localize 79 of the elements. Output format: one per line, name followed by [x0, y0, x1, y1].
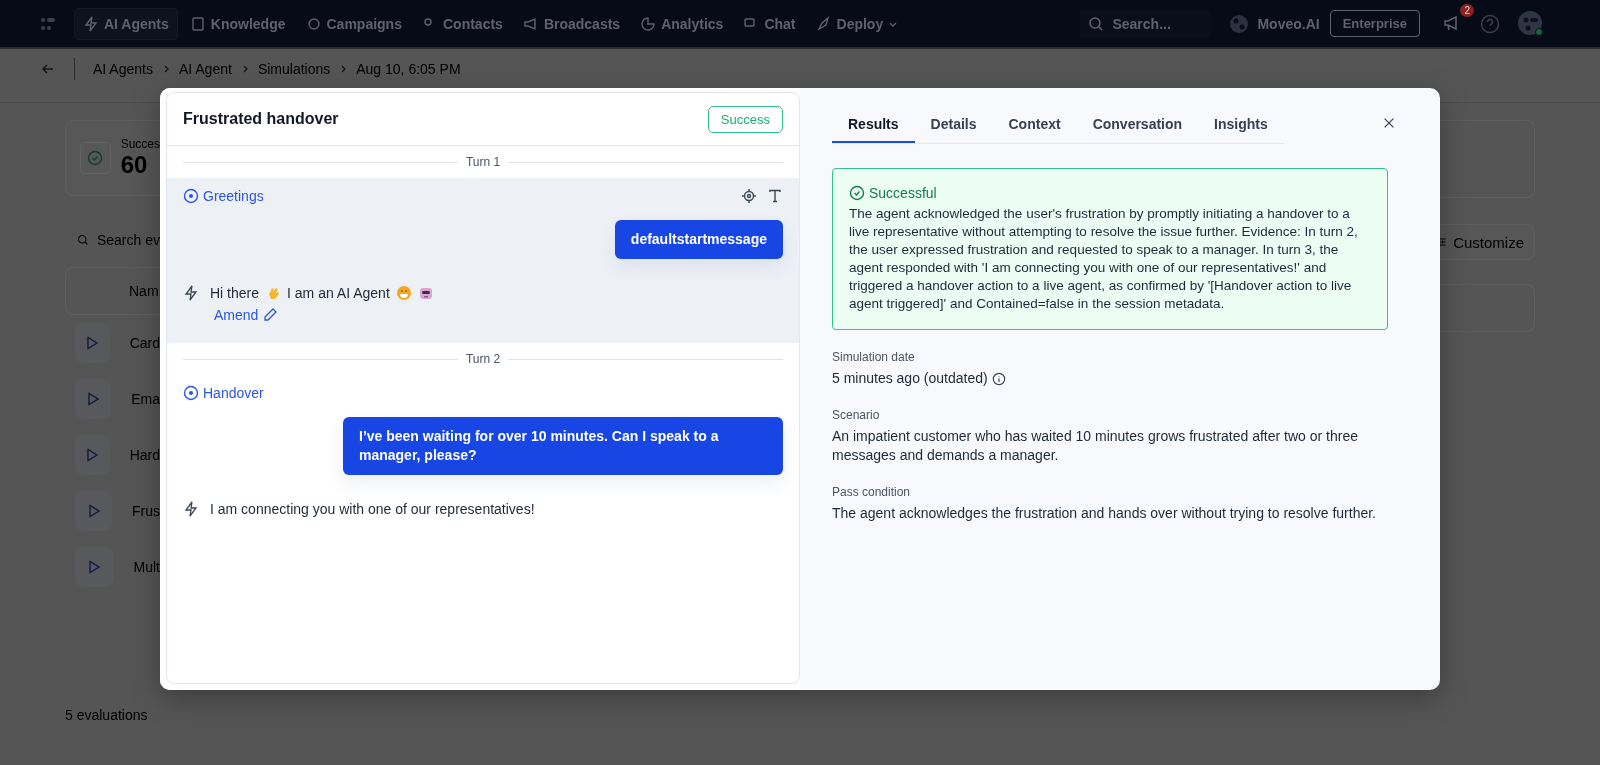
turn-label: Turn 1 [465, 155, 501, 169]
megaphone-icon [522, 15, 539, 32]
robot-emoji-icon [417, 285, 434, 301]
dialog-title: Frustrated handover [183, 110, 339, 128]
table-cell: Mult [133, 559, 160, 575]
bot-message: I am connecting you with one of our representatives! [210, 501, 535, 517]
evaluation-count: 5 evaluations [65, 707, 149, 723]
breadcrumb-link[interactable]: Aug 10, 6:05 PM [356, 60, 461, 77]
pie-chart-icon [640, 15, 657, 32]
table-cell: Ema [131, 391, 160, 407]
table-cell: Frus [132, 503, 160, 519]
workspace-name[interactable]: Moveo.AI [1257, 15, 1320, 32]
play-button[interactable] [75, 323, 110, 363]
breadcrumb-link[interactable]: Simulations [257, 60, 331, 77]
turn-label: Turn 2 [465, 352, 501, 366]
nav-tab[interactable]: Analytics [632, 8, 732, 39]
result-title: Successful [869, 185, 937, 201]
bot-message: I am an AI Agent [287, 285, 390, 301]
intent-link[interactable]: Handover [183, 385, 264, 401]
nav-tab[interactable]: Broadcasts [514, 8, 629, 39]
play-button[interactable] [75, 491, 112, 531]
notification-badge: 2 [1460, 3, 1474, 17]
field-label: Scenario [832, 408, 881, 422]
help-icon[interactable] [1480, 13, 1500, 34]
column-header: Nam [129, 283, 159, 299]
tab[interactable]: Conversation [1076, 106, 1199, 143]
nav-tab[interactable]: Campaigns [297, 8, 410, 39]
logo-icon[interactable] [40, 16, 56, 31]
field-value: An impatient customer who has waited 10 minutes grows frustrated after two or three messages and demands a manager. [832, 427, 1360, 465]
tab[interactable]: Results [832, 106, 915, 143]
dot-circle-icon [183, 188, 199, 204]
status-badge: Success [707, 105, 783, 133]
search-field[interactable]: Search ev [77, 229, 160, 251]
text-format-icon[interactable] [767, 188, 783, 204]
user-message: defaultstartmessage [614, 220, 783, 259]
avatar-icon[interactable] [1518, 10, 1544, 37]
grinning-emoji-icon [395, 285, 412, 301]
check-circle-icon [849, 185, 865, 201]
table-cell: Card [129, 335, 160, 351]
close-icon[interactable] [1382, 116, 1396, 130]
field-value: The agent acknowledges the frustration and hands over without trying to resolve further. [832, 504, 1376, 523]
breadcrumb-link[interactable]: AI Agent [178, 60, 232, 77]
tab[interactable]: Context [992, 106, 1077, 143]
stat-label: Succes [120, 137, 160, 151]
tab[interactable]: Insights [1198, 106, 1284, 143]
nav-tab[interactable]: Contacts [413, 8, 511, 39]
nav-tab[interactable]: Chat [735, 8, 804, 39]
field-label: Simulation date [832, 350, 916, 364]
result-text: The agent acknowledged the user's frustration by promptly initiating a handover to a live representative without attempting to resolve the issue further. Evidence: In turn 2, the user expressed frustration and requested to speak to a manager. In turn 3, the agent responded with 'I am connecting you with one of our representatives!' and triggered a handover action to a live agent, as confirmed by '[Handover action to live agent triggered]' and Contained=false in the session metadata. [849, 205, 1359, 313]
bolt-icon [183, 285, 199, 301]
amend-link[interactable]: Amend [214, 307, 434, 323]
bolt-icon [83, 15, 99, 32]
nav-tab[interactable]: Knowledge [181, 8, 294, 39]
bolt-icon [183, 501, 199, 517]
stat-value: 60 [120, 151, 149, 179]
nav-tab[interactable]: AI Agents [74, 7, 178, 40]
play-button[interactable] [75, 435, 110, 475]
search-icon [1088, 15, 1105, 32]
play-button[interactable] [75, 379, 112, 419]
field-value: 5 minutes ago (outdated) [832, 369, 988, 388]
tab[interactable]: Details [914, 106, 993, 143]
play-button[interactable] [75, 547, 114, 587]
bot-message: Hi there [210, 285, 260, 301]
info-icon[interactable] [991, 371, 1006, 386]
field-label: Pass condition [832, 485, 912, 499]
pencil-icon [262, 307, 279, 323]
play-icon [85, 391, 102, 407]
play-icon [84, 447, 101, 463]
breadcrumb-link[interactable]: AI Agents [93, 60, 153, 77]
dot-circle-icon [183, 385, 199, 401]
book-icon [189, 15, 206, 32]
play-icon [84, 335, 101, 351]
user-message: I’ve been waiting for over 10 minutes. Can I speak to a manager, please? [343, 417, 783, 475]
intent-link[interactable]: Greetings [183, 188, 264, 204]
nav-tab[interactable]: Deploy [807, 8, 907, 39]
plan-button[interactable]: Enterprise [1329, 10, 1420, 37]
play-icon [86, 559, 103, 575]
workspace-logo-icon [1229, 13, 1250, 34]
table-cell: Hard [129, 447, 160, 463]
